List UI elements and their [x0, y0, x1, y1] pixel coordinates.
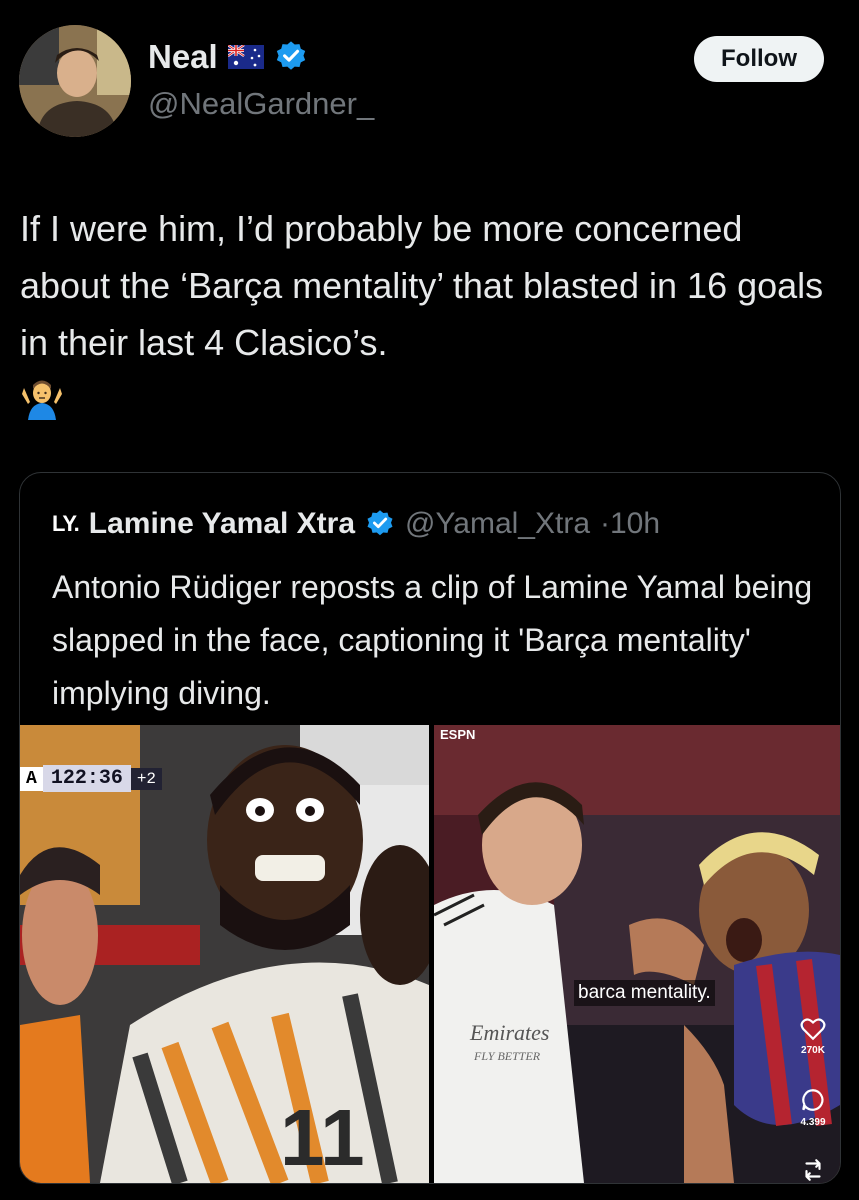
verified-badge-icon [367, 510, 393, 536]
like-control[interactable]: 270K [800, 1017, 826, 1056]
author-name[interactable]: Neal [148, 38, 218, 76]
australia-flag-icon [227, 45, 264, 69]
author-row: Neal [148, 38, 308, 76]
tweet-text: If I were him, I’d probably be more conc… [20, 208, 824, 363]
repost-control[interactable] [800, 1157, 826, 1183]
video-caption: barca mentality. [574, 980, 715, 1006]
broadcaster-logo: ESPN [440, 727, 475, 742]
quoted-text: Antonio Rüdiger reposts a clip of Lamine… [52, 569, 813, 711]
follow-button[interactable]: Follow [694, 36, 824, 82]
clock-added-time: +2 [130, 767, 163, 790]
quoted-author-handle[interactable]: @Yamal_Xtra [405, 507, 590, 541]
quoted-timestamp[interactable]: ·10h [600, 507, 660, 541]
shirt-number: 11 [280, 1093, 365, 1182]
yamal-photo: ESPN Emirates FLY BETTER [434, 725, 840, 1183]
quoted-tweet[interactable]: LY. Lamine Yamal Xtra @Yamal_Xtra ·10h An… [19, 472, 841, 1184]
author-handle[interactable]: @NealGardner_ [148, 86, 374, 122]
comment-control[interactable]: 4.399 [800, 1087, 826, 1128]
clock-time: 122:36 [42, 765, 131, 792]
verified-badge-icon [276, 41, 305, 70]
media-image-right[interactable]: ESPN Emirates FLY BETTER barca mentality… [434, 725, 840, 1183]
heart-icon[interactable] [800, 1017, 826, 1041]
clock-team: A [20, 766, 43, 791]
rudiger-photo: 11 [20, 725, 429, 1183]
quoted-author-name[interactable]: Lamine Yamal Xtra [89, 507, 355, 541]
quoted-logo: LY. [52, 511, 80, 536]
comment-count: 4.399 [800, 1117, 826, 1128]
person-shrugging-emoji [22, 380, 62, 420]
quoted-header: LY. Lamine Yamal Xtra @Yamal_Xtra ·10h [52, 507, 660, 541]
match-clock: A 122:36 +2 [20, 765, 163, 792]
media-image-left[interactable]: 11 A 122:36 +2 [20, 725, 429, 1183]
avatar-photo [19, 25, 131, 137]
repost-icon[interactable] [800, 1157, 826, 1183]
avatar[interactable] [19, 25, 131, 137]
sponsor-line2: FLY BETTER [473, 1049, 541, 1063]
like-count: 270K [801, 1045, 825, 1056]
comment-icon[interactable] [800, 1087, 826, 1113]
sponsor-line1: Emirates [469, 1020, 549, 1045]
